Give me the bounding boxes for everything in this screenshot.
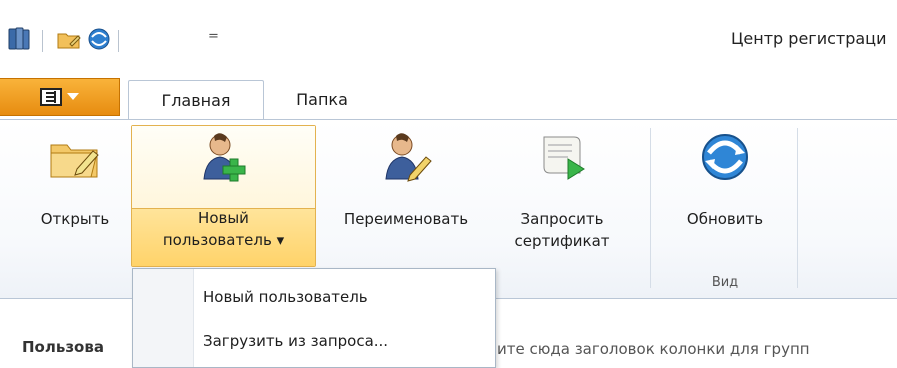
new-user-dropdown-menu: Новый пользователь Загрузить из запроса.… [132,268,496,368]
menu-item-load-from-request[interactable]: Загрузить из запроса... [203,332,388,350]
refresh-button[interactable]: Обновить [656,123,794,263]
users-column-title: Пользова [22,338,104,356]
new-user-content: Новый пользователь ▾ [131,123,316,265]
request-certificate-button[interactable]: Запросить сертификат [494,123,630,263]
request-label-line2: сертификат [514,232,610,250]
new-user-label-line1: Новый [198,209,249,227]
app-book-icon[interactable] [6,26,32,52]
title-bar: = Центр регистраци [0,0,897,78]
user-add-icon [202,133,245,182]
qat-separator [42,30,43,52]
rename-label: Переименовать [343,210,469,228]
group-label-view: Вид [711,275,739,290]
ribbon-group-separator [650,128,651,288]
new-user-label-line2: пользователь ▾ [162,231,285,249]
menu-item-new-user[interactable]: Новый пользователь [203,288,368,306]
refresh-globe-icon[interactable] [86,26,112,52]
group-by-hint[interactable]: ите сюда заголовок колонки для групп [497,340,810,358]
refresh-icon [702,134,748,180]
window-title: Центр регистраци [731,29,887,48]
open-button[interactable]: Открыть [26,123,124,263]
qat-separator [118,30,119,52]
qat-customize-dropdown[interactable]: = [208,28,219,46]
tab-home[interactable]: Главная [128,80,264,120]
tab-folder[interactable]: Папка [277,80,367,120]
user-edit-icon [385,133,432,182]
scroll-play-icon [543,136,585,180]
ribbon-group-separator [797,128,798,288]
open-label: Открыть [40,210,110,228]
refresh-label: Обновить [686,210,764,228]
request-label-line1: Запросить [520,210,604,228]
menu-icon-gutter [133,269,194,367]
chevron-down-icon [67,93,79,100]
folder-open-icon [50,144,99,178]
folder-edit-icon[interactable] [56,26,82,52]
app-menu-icon [40,88,62,106]
application-menu-button[interactable] [0,78,120,116]
rename-button[interactable]: Переименовать [322,123,490,263]
